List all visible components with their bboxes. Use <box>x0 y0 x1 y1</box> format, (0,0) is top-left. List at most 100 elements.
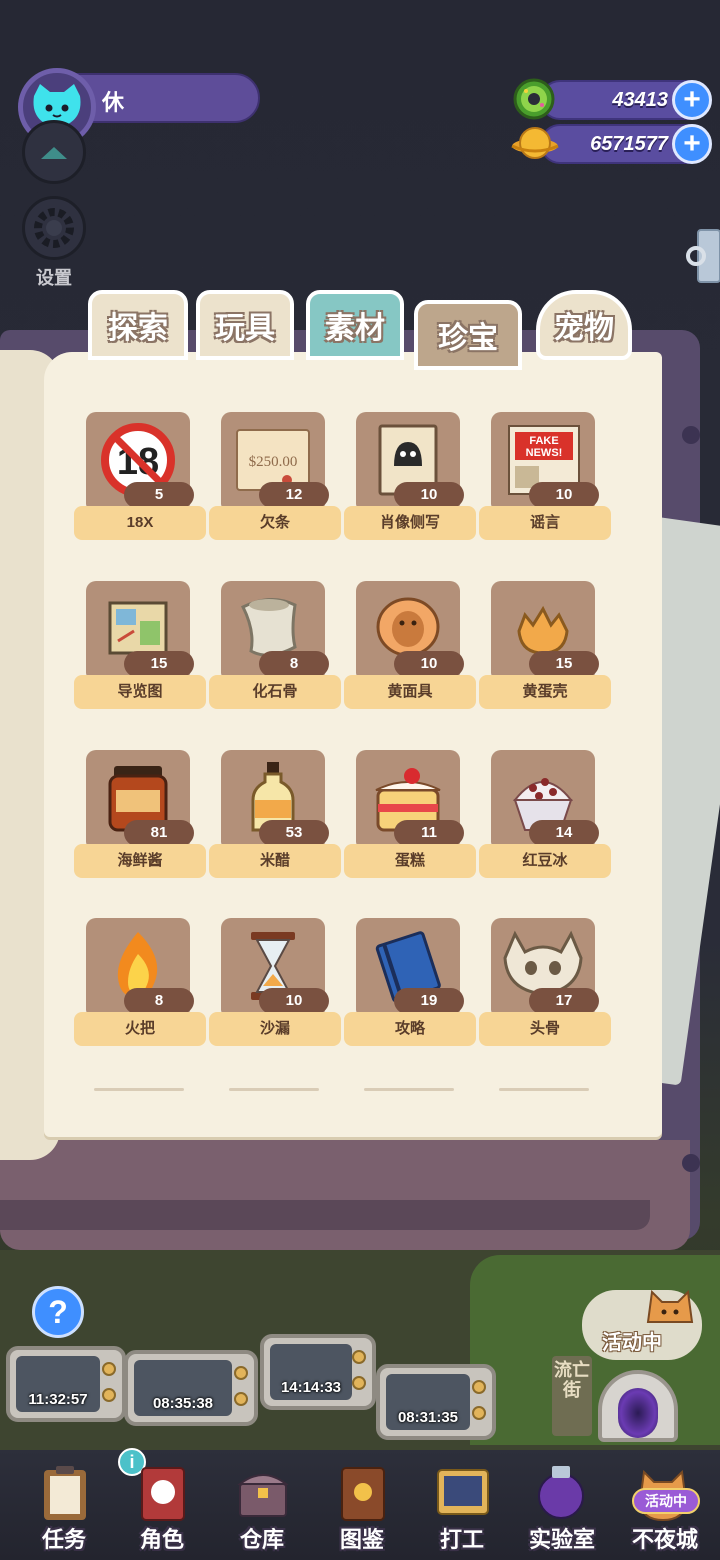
item-name: 18X <box>74 506 206 540</box>
timer-text: 08:31:35 <box>397 1409 459 1426</box>
item-card[interactable]: FAKE NEWS! 10 谣言 <box>479 412 613 542</box>
item-count: 10 <box>259 988 329 1014</box>
item-card[interactable]: 14 红豆冰 <box>479 750 613 880</box>
item-name: 黄蛋壳 <box>479 675 611 709</box>
item-count: 15 <box>124 651 194 677</box>
row-divider <box>229 1088 319 1091</box>
item-count: 17 <box>529 988 599 1014</box>
tab-treasures[interactable]: 珍宝 <box>414 300 522 370</box>
item-name: 沙漏 <box>209 1012 341 1046</box>
item-card[interactable]: 8 化石骨 <box>209 581 343 711</box>
item-card[interactable]: $250.00 12 欠条 <box>209 412 343 542</box>
tab-materials[interactable]: 素材 <box>306 290 404 360</box>
item-name: 肖像侧写 <box>344 506 476 540</box>
nav-laboratory[interactable]: 实验室 <box>510 1458 614 1558</box>
item-name: 欠条 <box>209 506 341 540</box>
item-card[interactable]: 53 米醋 <box>209 750 343 880</box>
item-count: 8 <box>259 651 329 677</box>
item-name: 红豆冰 <box>479 844 611 878</box>
nav-warehouse[interactable]: 仓库 <box>212 1458 312 1558</box>
item-card[interactable]: 15 导览图 <box>74 581 208 711</box>
player-name-bar[interactable]: 休 <box>70 73 260 123</box>
timer-text: 14:14:33 <box>280 1379 342 1396</box>
street-sign[interactable]: 流亡街 <box>552 1356 592 1436</box>
iou-amount: $250.00 <box>249 454 298 470</box>
item-card[interactable]: 10 黄面具 <box>344 581 478 711</box>
clipboard-icon <box>44 1466 86 1520</box>
item-card[interactable]: 10 肖像侧写 <box>344 412 478 542</box>
book-base-shadow <box>0 1200 650 1230</box>
add-donut-button[interactable]: + <box>672 80 712 120</box>
item-name: 化石骨 <box>209 675 341 709</box>
settings-button[interactable] <box>22 196 86 260</box>
timer-text: 11:32:57 <box>28 1391 88 1408</box>
item-card[interactable]: 10 沙漏 <box>209 918 343 1048</box>
work-slot-tv[interactable]: 11:32:57 <box>6 1346 126 1422</box>
timer-text: 08:35:38 <box>152 1395 214 1412</box>
nav-work[interactable]: 打工 <box>412 1458 512 1558</box>
nav-label: 任务 <box>41 1527 86 1552</box>
item-name: 米醋 <box>209 844 341 878</box>
tab-label: 素材 <box>325 312 385 345</box>
player-name: 休 <box>102 90 125 115</box>
settings-label: 设置 <box>36 268 72 288</box>
gold-planet-coin-icon <box>511 127 559 159</box>
row-divider <box>499 1088 589 1091</box>
nav-encyclopedia[interactable]: 图鉴 <box>312 1458 412 1558</box>
event-bubble[interactable]: 活动中 <box>582 1289 702 1360</box>
encyclopedia-book-icon <box>341 1467 385 1521</box>
item-card[interactable]: 19 攻略 <box>344 918 478 1048</box>
nav-night-city[interactable]: 活动中 不夜城 <box>612 1458 718 1558</box>
work-slot-tv[interactable]: 08:35:38 <box>124 1350 258 1426</box>
item-card[interactable]: 18 5 18X <box>74 412 208 542</box>
tab-label: 玩具 <box>215 312 275 345</box>
tab-explore[interactable]: 探索 <box>88 290 188 360</box>
nav-character[interactable]: 角色 <box>112 1458 212 1558</box>
item-card[interactable]: 15 黄蛋壳 <box>479 581 613 711</box>
arrow-up-icon <box>41 147 67 159</box>
nav-tasks[interactable]: 任务 <box>14 1458 114 1558</box>
item-count: 53 <box>259 820 329 846</box>
coin-currency-value: 6571577 <box>590 133 668 155</box>
work-slot-tv[interactable]: 08:31:35 <box>376 1364 496 1440</box>
item-name: 头骨 <box>479 1012 611 1046</box>
book-ring <box>682 426 700 444</box>
fox-mascot-icon <box>646 1289 694 1323</box>
binder-clip-icon[interactable] <box>684 226 720 286</box>
item-name: 火把 <box>74 1012 206 1046</box>
book-spine-base <box>0 1140 690 1250</box>
portal-gate[interactable] <box>598 1370 678 1442</box>
item-count: 19 <box>394 988 464 1014</box>
fake-news-line1: FAKE <box>529 435 558 447</box>
item-card[interactable]: 8 火把 <box>74 918 208 1048</box>
item-count: 10 <box>394 651 464 677</box>
item-name: 蛋糕 <box>344 844 476 878</box>
expand-up-button[interactable] <box>22 120 86 184</box>
item-count: 15 <box>529 651 599 677</box>
tab-pets[interactable]: 宠物 <box>536 290 632 360</box>
lab-flask-icon <box>538 1466 584 1519</box>
nav-event-badge: 活动中 <box>632 1488 700 1514</box>
item-card[interactable]: 17 头骨 <box>479 918 613 1048</box>
item-name: 海鲜酱 <box>74 844 206 878</box>
nav-label: 打工 <box>439 1527 484 1552</box>
item-count: 12 <box>259 482 329 508</box>
item-card[interactable]: 81 海鲜酱 <box>74 750 208 880</box>
item-count: 8 <box>124 988 194 1014</box>
help-button[interactable]: ? <box>32 1286 84 1338</box>
item-count: 10 <box>529 482 599 508</box>
gear-icon <box>34 208 74 248</box>
nav-label: 图鉴 <box>339 1527 384 1552</box>
nav-label: 仓库 <box>239 1527 284 1552</box>
item-card[interactable]: 11 蛋糕 <box>344 750 478 880</box>
nav-label: 不夜城 <box>631 1527 698 1552</box>
item-count: 14 <box>529 820 599 846</box>
tab-label: 珍宝 <box>438 322 498 355</box>
add-coin-button[interactable]: + <box>672 124 712 164</box>
item-name: 黄面具 <box>344 675 476 709</box>
item-name: 导览图 <box>74 675 206 709</box>
work-slot-tv[interactable]: 14:14:33 <box>260 1334 376 1410</box>
event-status: 活动中 <box>602 1332 662 1354</box>
nav-label: 角色 <box>139 1527 184 1552</box>
tab-toys[interactable]: 玩具 <box>196 290 294 360</box>
